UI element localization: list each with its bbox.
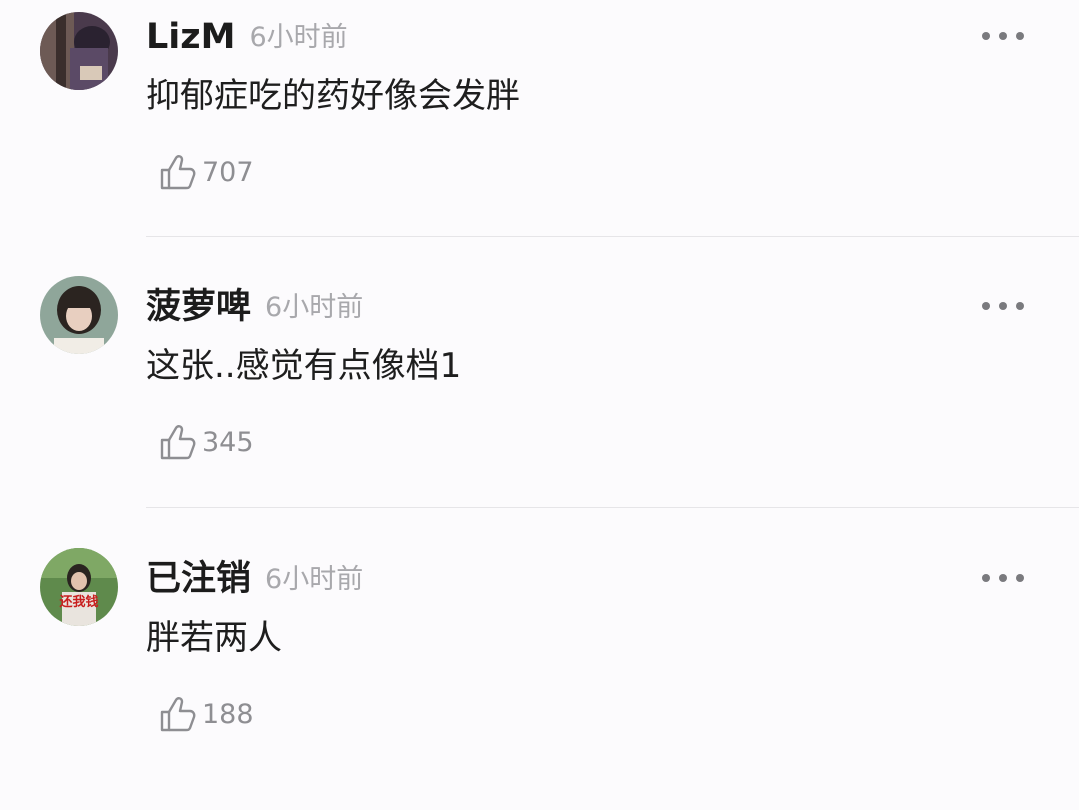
dot (982, 302, 990, 310)
like-count: 345 (202, 426, 254, 458)
dot (1016, 302, 1024, 310)
avatar[interactable] (40, 12, 118, 90)
dot (1016, 32, 1024, 40)
like-button[interactable]: 345 (158, 420, 254, 464)
more-dots-icon[interactable] (982, 26, 1024, 46)
avatar-photo-tree-person (40, 12, 118, 90)
username-text[interactable]: LizM (146, 17, 236, 57)
comment-item: 还我钱 已注销 6小时前 胖若两人 188 (0, 542, 1079, 810)
dot (982, 32, 990, 40)
divider (146, 507, 1079, 508)
comment-item: LizM 6小时前 抑郁症吃的药好像会发胖 707 (0, 0, 1079, 268)
avatar[interactable] (40, 276, 118, 354)
dot (999, 302, 1007, 310)
more-dots-icon[interactable] (982, 568, 1024, 588)
dot (982, 574, 990, 582)
comment-text: 抑郁症吃的药好像会发胖 (146, 76, 520, 116)
comment-time: 6小时前 (249, 22, 348, 53)
dot (1016, 574, 1024, 582)
like-count: 188 (202, 698, 254, 730)
thumbs-up-icon (160, 697, 196, 732)
username-text[interactable]: 已注销 (146, 559, 251, 599)
username[interactable]: LizM 6小时前 (146, 14, 348, 61)
avatar[interactable]: 还我钱 (40, 548, 118, 626)
more-dots-icon[interactable] (982, 296, 1024, 316)
comment-item: 菠萝啤 6小时前 这张..感觉有点像档1 345 (0, 270, 1079, 538)
comment-text: 胖若两人 (146, 618, 282, 658)
divider (146, 236, 1079, 237)
username[interactable]: 已注销 6小时前 (146, 556, 363, 603)
like-button[interactable]: 707 (158, 150, 254, 194)
username-text[interactable]: 菠萝啤 (146, 287, 251, 327)
avatar-photo-meme: 还我钱 (40, 548, 118, 626)
comment-time: 6小时前 (265, 564, 364, 595)
comment-text: 这张..感觉有点像档1 (146, 346, 462, 386)
avatar-caption: 还我钱 (58, 594, 98, 610)
like-count: 707 (202, 156, 254, 188)
dot (999, 32, 1007, 40)
like-button[interactable]: 188 (158, 692, 254, 736)
username[interactable]: 菠萝啤 6小时前 (146, 284, 363, 331)
dot (999, 574, 1007, 582)
thumbs-up-icon (160, 155, 196, 190)
avatar-photo-girl (40, 276, 118, 354)
thumbs-up-icon (160, 425, 196, 460)
comment-time: 6小时前 (265, 292, 364, 323)
